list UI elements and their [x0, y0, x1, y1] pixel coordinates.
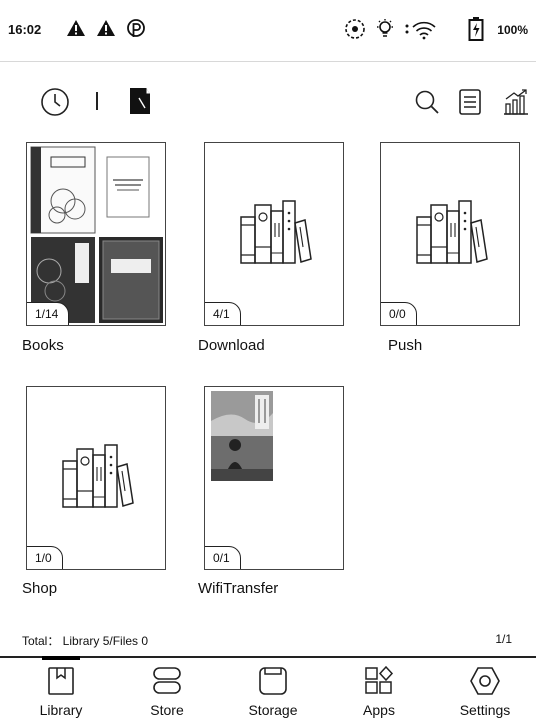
nav-label: Store [150, 702, 184, 718]
bookshelf-icon [62, 444, 134, 508]
folder-shop[interactable]: 1/0 [26, 386, 166, 570]
library-total: Total： Library 5/Files 0 [22, 634, 149, 648]
nav-divider [0, 656, 536, 658]
status-time: 16:02 [8, 22, 42, 37]
folder-books[interactable]: 1/14 [26, 142, 166, 326]
battery-percent: 100% [497, 23, 528, 37]
folder-count-badge: 0/1 [205, 546, 241, 569]
nav-apps[interactable]: Apps [334, 662, 424, 718]
nav-label: Settings [459, 702, 511, 718]
folder-push[interactable]: 0/0 [380, 142, 520, 326]
bookshelf-icon [240, 200, 312, 264]
folder-label: Download [198, 337, 265, 354]
recent-clock-icon[interactable] [40, 87, 70, 117]
toolbar-divider [96, 92, 98, 110]
library-icon [48, 667, 74, 695]
library-book-icon[interactable] [128, 86, 152, 116]
store-icon [153, 667, 181, 694]
apps-grid-icon [365, 666, 394, 694]
folder-label: Books [22, 337, 64, 354]
folder-count-badge: 0/0 [381, 302, 417, 325]
nav-library[interactable]: Library [16, 662, 106, 718]
status-bar: 16:02 100% [0, 0, 536, 62]
list-view-icon[interactable] [458, 88, 482, 116]
folder-label: Push [388, 337, 423, 354]
sync-icon [345, 19, 365, 39]
nav-label: Apps [363, 702, 395, 718]
nav-label: Storage [248, 702, 298, 718]
nav-active-indicator [42, 656, 80, 660]
folder-count-badge: 1/0 [27, 546, 63, 569]
settings-gear-icon [470, 667, 500, 695]
folder-label: Shop [22, 580, 58, 597]
warning-icon [67, 20, 85, 36]
wifi-icon [405, 21, 436, 40]
nav-label: Library [39, 702, 83, 718]
warning-icon [97, 20, 115, 36]
nav-settings[interactable]: Settings [440, 662, 530, 718]
folder-wifitransfer[interactable]: 0/1 [204, 386, 344, 570]
books-cover-collage [30, 146, 163, 323]
folder-download[interactable]: 4/1 [204, 142, 344, 326]
sort-chart-icon[interactable] [502, 88, 530, 116]
folder-count-badge: 4/1 [205, 302, 241, 325]
bookshelf-icon [416, 200, 488, 264]
nav-store[interactable]: Store [122, 662, 212, 718]
battery-charging-icon [468, 17, 484, 41]
search-icon[interactable] [414, 89, 440, 115]
parking-p-icon [127, 19, 145, 37]
frontlight-icon [377, 19, 393, 37]
folder-label: WifiTransfer [198, 580, 279, 597]
wifitransfer-book-thumbnail [211, 391, 273, 481]
folder-count-badge: 1/14 [27, 302, 70, 325]
storage-icon [259, 667, 287, 695]
nav-storage[interactable]: Storage [228, 662, 318, 718]
page-indicator: 1/1 [495, 632, 512, 646]
